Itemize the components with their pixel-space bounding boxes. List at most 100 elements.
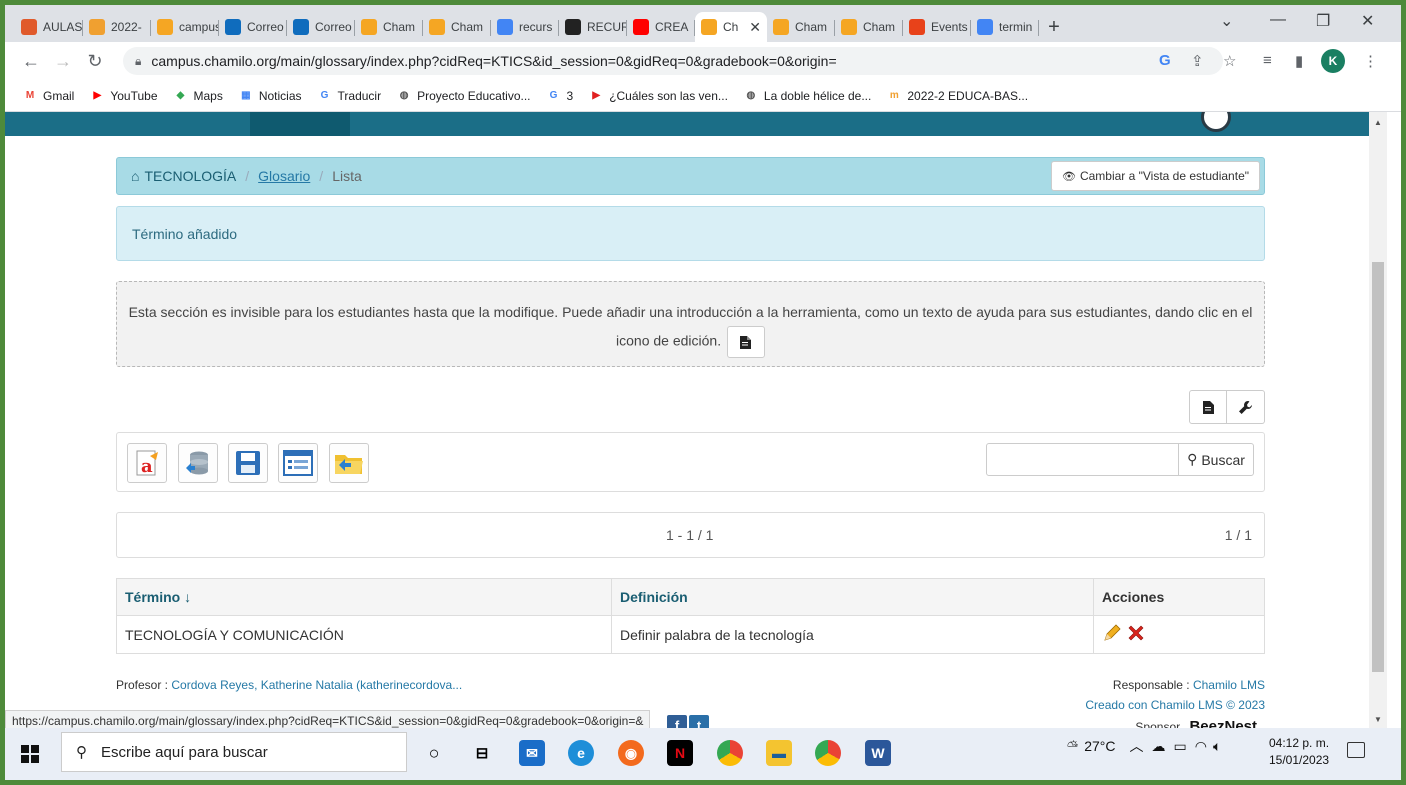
bookmark-item[interactable]: G3 — [547, 89, 574, 103]
bookmark-item[interactable]: M Gmail — [23, 89, 75, 103]
bookmark-item[interactable]: ◍ La doble hélice de... — [744, 89, 872, 103]
search-input[interactable] — [986, 443, 1179, 476]
alert-text: Término añadido — [132, 225, 238, 242]
scrollbar-thumb[interactable] — [1372, 262, 1384, 672]
browser-tab[interactable]: recurs — [491, 12, 559, 42]
header-definition[interactable]: Definición — [611, 578, 1094, 616]
share-icon[interactable]: ⇪ — [1191, 52, 1204, 70]
nav-item-active[interactable] — [250, 112, 350, 136]
header-term[interactable]: Término ↓ — [116, 578, 612, 616]
scroll-up-icon[interactable]: ▲ — [1374, 118, 1382, 127]
bookmark-item[interactable]: G Traducir — [318, 89, 381, 103]
window-close-icon[interactable]: ✕ — [1361, 11, 1374, 31]
browser-tab-label: recurs — [519, 20, 553, 34]
volume-icon[interactable]: 🔈︎ — [1213, 738, 1221, 755]
browser-tab[interactable]: Correo — [219, 12, 287, 42]
browser-tab[interactable]: RECUR — [559, 12, 627, 42]
restore-icon[interactable]: ❐ — [1316, 11, 1330, 31]
bookmark-item[interactable]: ▶ ¿Cuáles son las ven... — [589, 89, 728, 103]
list-view-icon[interactable] — [278, 443, 318, 483]
netflix-icon[interactable]: N — [667, 740, 693, 766]
bookmark-item[interactable]: ▶ YouTube — [90, 89, 157, 103]
mail-icon[interactable]: ✉ — [519, 740, 545, 766]
profile-avatar[interactable]: K — [1321, 49, 1345, 73]
student-view-button[interactable]: 👁︎ Cambiar a "Vista de estudiante" — [1050, 161, 1260, 191]
home-icon[interactable]: ⌂ — [131, 168, 139, 184]
responsible-link[interactable]: Chamilo LMS — [1193, 678, 1265, 692]
file-explorer-icon[interactable]: ▬ — [766, 740, 792, 766]
bookmark-star-icon[interactable]: ☆ — [1223, 52, 1236, 70]
page-scrollbar[interactable]: ▲ ▼ — [1369, 112, 1387, 728]
taskbar-clock[interactable]: 04:12 p. m. 15/01/2023 — [1269, 735, 1329, 769]
tab-search-icon[interactable]: ⌄ — [1220, 11, 1233, 31]
media-icon[interactable]: ≡ — [1263, 52, 1272, 69]
bookmark-item[interactable]: m 2022-2 EDUCA-BAS... — [887, 89, 1028, 103]
browser-tab[interactable]: 2022- — [83, 12, 151, 42]
bookmark-item[interactable]: ◍ Proyecto Educativo... — [397, 89, 531, 103]
tray-chevron-icon[interactable]: ︿ — [1129, 736, 1143, 756]
wifi-icon[interactable]: ◠ — [1195, 738, 1207, 755]
chrome-icon[interactable] — [717, 740, 743, 766]
delete-icon[interactable] — [1126, 623, 1146, 646]
browser-tab-label: Ch — [723, 20, 739, 34]
weather-icon[interactable]: ⛅︎ — [1067, 738, 1078, 755]
google-icon — [497, 19, 513, 35]
save-icon[interactable] — [228, 443, 268, 483]
beeznest-logo[interactable]: BeezNest — [1189, 718, 1257, 728]
chrome-profile-icon[interactable] — [815, 740, 841, 766]
word-icon[interactable]: W — [865, 740, 891, 766]
teacher-link[interactable]: Cordova Reyes, Katherine Natalia (kather… — [171, 678, 462, 692]
browser-tab[interactable]: Correo — [287, 12, 355, 42]
taskbar-search-box[interactable]: ⚲ Escribe aquí para buscar — [61, 732, 407, 772]
browser-tab[interactable]: termin — [971, 12, 1039, 42]
pagination-bar: 1 - 1 / 1 1 / 1 — [116, 512, 1265, 558]
cortana-icon[interactable]: ○ — [421, 740, 447, 766]
forward-icon[interactable]: → — [47, 51, 79, 72]
browser-tab[interactable]: Ch ✕ — [695, 12, 767, 42]
breadcrumb-glossary-link[interactable]: Glosario — [258, 168, 310, 184]
svg-text:a: a — [141, 456, 153, 477]
address-bar[interactable]: 🔒︎ campus.chamilo.org/main/glossary/inde… — [123, 47, 1223, 75]
windows-start-icon[interactable] — [5, 745, 55, 763]
minimize-icon[interactable]: — — [1270, 11, 1286, 29]
twitter-icon[interactable]: t — [689, 715, 709, 728]
user-avatar[interactable] — [1201, 112, 1231, 132]
back-icon[interactable]: ← — [15, 51, 47, 72]
notification-icon[interactable] — [1347, 742, 1365, 758]
reload-icon[interactable]: ↻ — [79, 51, 111, 72]
edit-intro-icon[interactable] — [726, 326, 765, 358]
browser-tab[interactable]: Cham — [767, 12, 835, 42]
edit-pencil-icon[interactable] — [1102, 623, 1122, 646]
temperature[interactable]: 27°C — [1084, 738, 1115, 754]
breadcrumb-course[interactable]: TECNOLOGÍA — [144, 168, 236, 184]
import-icon[interactable] — [178, 443, 218, 483]
browser-tab[interactable]: Events — [903, 12, 971, 42]
google-lens-icon[interactable]: G — [1159, 52, 1171, 69]
tab-close-icon[interactable]: ✕ — [749, 19, 761, 36]
bookmark-item[interactable]: ▦ Noticias — [239, 89, 301, 103]
wrench-icon[interactable] — [1227, 390, 1265, 424]
created-with-link[interactable]: Creado con Chamilo LMS © 2023 — [1085, 698, 1265, 712]
battery-icon[interactable]: ▭ — [1173, 738, 1186, 755]
bookmark-item[interactable]: ◆ Maps — [174, 89, 223, 103]
task-view-icon[interactable]: ⊟ — [469, 740, 495, 766]
document-icon[interactable] — [1189, 390, 1227, 424]
side-panel-icon[interactable]: ▮ — [1295, 52, 1303, 70]
browser-tab[interactable]: Cham — [835, 12, 903, 42]
browser-tab[interactable]: CREA — [627, 12, 695, 42]
add-term-icon[interactable]: a — [127, 443, 167, 483]
export-folder-icon[interactable] — [329, 443, 369, 483]
browser-tab[interactable]: Cham — [423, 12, 491, 42]
firefox-icon[interactable]: ◉ — [618, 740, 644, 766]
browser-tab[interactable]: campus — [151, 12, 219, 42]
edge-icon[interactable]: e — [568, 740, 594, 766]
scroll-down-icon[interactable]: ▼ — [1374, 715, 1382, 724]
browser-tab[interactable]: Cham — [355, 12, 423, 42]
facebook-icon[interactable]: f — [667, 715, 687, 728]
new-tab-icon[interactable]: + — [1039, 12, 1069, 42]
search-button[interactable]: ⚲ Buscar — [1178, 443, 1254, 476]
cloud-icon[interactable]: ☁︎ — [1151, 738, 1165, 755]
browser-tab-label: campus — [179, 20, 219, 34]
browser-tab[interactable]: AULAS — [15, 12, 83, 42]
menu-dots-icon[interactable]: ⋮ — [1363, 52, 1378, 70]
